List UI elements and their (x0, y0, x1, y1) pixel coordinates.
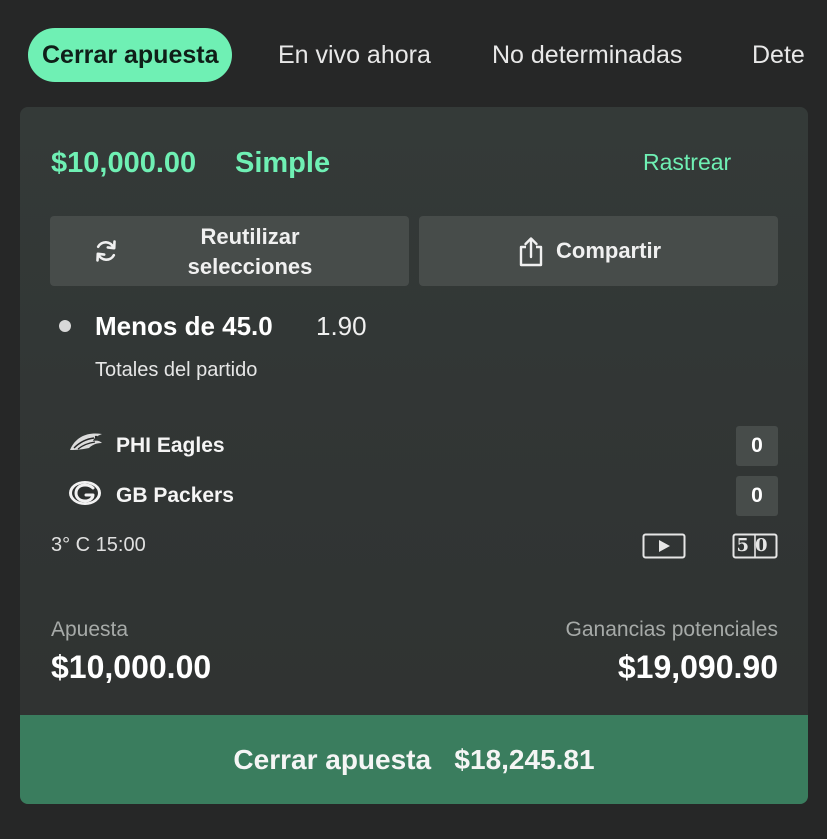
share-button[interactable]: Compartir (419, 216, 778, 286)
team-name-home: PHI Eagles (116, 434, 225, 457)
cashout-button[interactable]: Cerrar apuesta $18,245.81 (20, 715, 808, 804)
reuse-label-line2: selecciones (187, 254, 313, 279)
tab-en-vivo-ahora[interactable]: En vivo ahora (278, 28, 431, 82)
bet-card: $10,000.00 Simple Rastrear Reutilizar se… (20, 107, 808, 804)
selection-dot (59, 320, 71, 332)
bet-amount: $10,000.00 (51, 147, 197, 179)
tab-no-determinadas[interactable]: No determinadas (492, 28, 682, 82)
team-score-home: 0 (736, 426, 778, 466)
tab-cerrar-apuesta[interactable]: Cerrar apuesta (28, 28, 233, 82)
selection-title: Menos de 45.0 (95, 311, 273, 341)
potential-winnings-value: $19,090.90 (617, 649, 778, 685)
stats-icon-text: 50 (736, 535, 774, 556)
game-time: 3° C 15:00 (51, 534, 146, 556)
reuse-selections-label: Reutilizar selecciones (160, 222, 340, 282)
team-score-away: 0 (736, 476, 778, 516)
selection-odds: 1.90 (316, 311, 367, 341)
tab-determinadas[interactable]: Dete (752, 28, 805, 82)
packers-logo-icon (68, 480, 102, 511)
bet-type: Simple (235, 147, 331, 179)
eagles-logo-icon (68, 430, 104, 461)
cashout-label: Cerrar apuesta $18,245.81 (20, 715, 808, 804)
share-label: Compartir (556, 238, 662, 263)
play-video-icon[interactable] (642, 533, 686, 564)
reuse-selections-button[interactable]: Reutilizar selecciones (50, 216, 409, 286)
share-icon (517, 236, 545, 273)
stake-value: $10,000.00 (51, 649, 212, 685)
potential-winnings-label: Ganancias potenciales (565, 618, 778, 641)
cashout-title: Cerrar apuesta (233, 744, 432, 775)
stats-50-icon[interactable]: 50 (732, 533, 778, 559)
team-name-away: GB Packers (116, 484, 234, 507)
stake-label: Apuesta (51, 618, 129, 641)
bet-tabs: Cerrar apuesta En vivo ahora No determin… (0, 28, 827, 84)
track-link[interactable]: Rastrear (643, 149, 731, 176)
selection-market: Totales del partido (95, 359, 258, 381)
refresh-icon (92, 237, 120, 270)
cashout-amount: $18,245.81 (454, 744, 595, 775)
reuse-label-line1: Reutilizar (200, 224, 300, 249)
